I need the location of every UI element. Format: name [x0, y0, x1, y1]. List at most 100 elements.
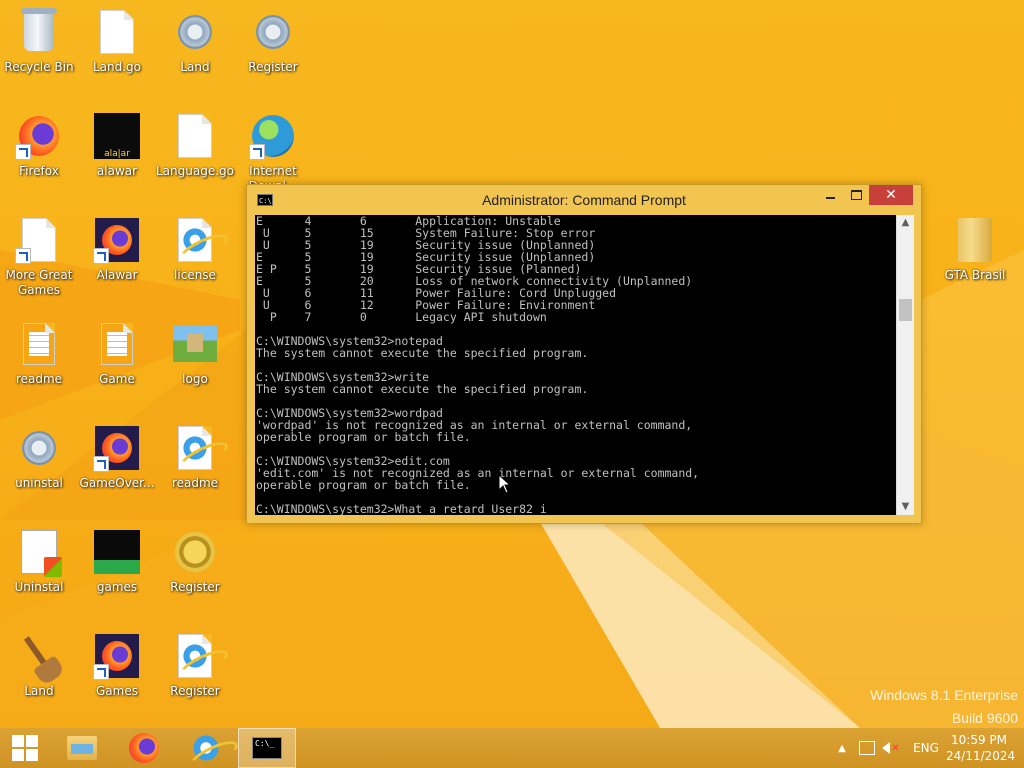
desktop-icon-label: Games: [96, 684, 138, 698]
internet-explorer-icon: [171, 216, 219, 264]
clock-date: 24/11/2024: [946, 749, 1016, 763]
close-button[interactable]: ✕: [869, 185, 913, 205]
shortcut-arrow-icon: [93, 664, 109, 680]
taskbar-firefox[interactable]: [116, 728, 172, 768]
document-icon: [93, 8, 141, 56]
desktop-icon-label: Recycle Bin: [4, 60, 74, 74]
desktop-icon-label: More Great Games: [5, 268, 73, 297]
minimize-button[interactable]: [817, 185, 843, 205]
desktop-icon-register[interactable]: Register: [234, 0, 312, 92]
shortcut-arrow-icon: [93, 456, 109, 472]
desktop-icon-recycle-bin[interactable]: Recycle Bin: [0, 0, 78, 92]
desktop-icon-internet-download[interactable]: Internet Downl...: [234, 104, 312, 196]
show-hidden-icons-button[interactable]: ▲: [835, 728, 849, 768]
desktop-icon-label: GameOver...: [79, 476, 155, 490]
desktop-icon-readme[interactable]: readme: [0, 312, 78, 404]
desktop-icon-label: uninstal: [15, 476, 63, 490]
desktop-icon-land-broom[interactable]: Land: [0, 624, 78, 716]
console-text[interactable]: E 4 6 Application: Unstable U 5 15 Syste…: [255, 215, 896, 515]
games-icon: [93, 528, 141, 576]
desktop-icon-label: alawar: [96, 164, 138, 178]
firefox-icon: [15, 112, 63, 160]
desktop-icon-alawar-folder[interactable]: ala|ar alawar: [78, 104, 156, 196]
speaker-muted-icon: [882, 742, 891, 754]
desktop-icon-register-coins[interactable]: Register: [156, 520, 234, 612]
desktop-icon-label: Register: [170, 684, 220, 698]
recycle-bin-icon: [15, 8, 63, 56]
network-icon: [859, 741, 875, 755]
desktop-icon-land-go[interactable]: Land.go: [78, 0, 156, 92]
settings-file-icon: [15, 424, 63, 472]
network-status[interactable]: [858, 728, 876, 768]
desktop-icon-game[interactable]: Game: [78, 312, 156, 404]
desktop-icon-label: Uninstal: [14, 580, 64, 594]
desktop-icon-label: readme: [171, 476, 219, 490]
desktop-icon-label: GTA Brasil: [944, 268, 1006, 282]
desktop-icon-label: Firefox: [19, 164, 59, 178]
text-file-icon: [93, 320, 141, 368]
desktop-icon-language-go[interactable]: Language.go: [156, 104, 234, 196]
desktop-icon-uninstal[interactable]: Uninstal: [0, 520, 78, 612]
chevron-up-icon: ▲: [838, 742, 846, 754]
desktop-icon-uninstal-config[interactable]: uninstal: [0, 416, 78, 508]
folder-icon: [951, 216, 999, 264]
taskbar: C:\_ ▲ ✕ ENG 10:59 PM 24/11/2024: [0, 728, 1024, 768]
internet-download-icon: [249, 112, 297, 160]
desktop-icon-logo[interactable]: logo: [156, 312, 234, 404]
scroll-down-button[interactable]: ▼: [897, 499, 914, 515]
maximize-icon: [850, 190, 862, 200]
taskbar-command-prompt[interactable]: C:\_: [238, 728, 296, 768]
mouse-cursor-icon: [498, 474, 512, 494]
desktop-icon-label: Land.go: [92, 60, 142, 74]
desktop-icon-gta-brasil[interactable]: GTA Brasil: [936, 208, 1014, 300]
windows-watermark: Windows 8.1 Enterprise Build 9600: [870, 684, 1018, 730]
maximize-button[interactable]: [843, 185, 869, 205]
desktop: Recycle Bin Land.go Land Register Firefo…: [0, 0, 1024, 768]
start-button[interactable]: [0, 728, 50, 768]
windows-start-icon: [12, 735, 38, 761]
desktop-icon-firefox[interactable]: Firefox: [0, 104, 78, 196]
desktop-icon-alawar[interactable]: Alawar: [78, 208, 156, 300]
desktop-icon-label: Land: [24, 684, 54, 698]
vertical-scrollbar[interactable]: ▲ ▼: [896, 215, 914, 515]
coins-icon: [171, 528, 219, 576]
firefox-icon: [93, 632, 141, 680]
desktop-icon-label: readme: [15, 372, 63, 386]
desktop-icon-register-html[interactable]: Register: [156, 624, 234, 716]
desktop-icon-games[interactable]: games: [78, 520, 156, 612]
taskbar-file-explorer[interactable]: [54, 728, 110, 768]
desktop-icon-gameover[interactable]: GameOver...: [78, 416, 156, 508]
image-file-icon: [171, 320, 219, 368]
console-output[interactable]: E 4 6 Application: Unstable U 5 15 Syste…: [255, 215, 896, 515]
desktop-icon-label: Register: [248, 60, 298, 74]
scroll-up-button[interactable]: ▲: [897, 215, 914, 231]
system-clock[interactable]: 10:59 PM 24/11/2024: [946, 732, 1016, 764]
desktop-icon-label: logo: [182, 372, 208, 386]
volume-control[interactable]: ✕: [882, 728, 900, 768]
watermark-edition: Windows 8.1 Enterprise: [870, 687, 1018, 703]
taskbar-internet-explorer[interactable]: [178, 728, 234, 768]
clock-time: 10:59 PM: [951, 733, 1007, 747]
broom-icon: [15, 632, 63, 680]
minimize-icon: [825, 197, 835, 199]
internet-explorer-icon: [192, 734, 220, 762]
close-icon: ✕: [885, 187, 897, 203]
desktop-icon-readme-html[interactable]: readme: [156, 416, 234, 508]
shortcut-arrow-icon: [15, 248, 31, 264]
alawar-icon: ala|ar: [93, 112, 141, 160]
uninstaller-icon: [15, 528, 63, 577]
shortcut-arrow-icon: [15, 144, 31, 160]
desktop-icon-license[interactable]: license: [156, 208, 234, 300]
shortcut-arrow-icon: [249, 144, 265, 160]
firefox-icon: [93, 216, 141, 264]
input-language[interactable]: ENG: [912, 728, 940, 768]
settings-file-icon: [249, 8, 297, 56]
scrollbar-thumb[interactable]: [899, 299, 912, 321]
command-prompt-window[interactable]: C:\ Administrator: Command Prompt ✕ E 4 …: [246, 184, 922, 524]
desktop-icon-label: license: [174, 268, 216, 282]
desktop-icon-land[interactable]: Land: [156, 0, 234, 92]
desktop-icon-more-great-games[interactable]: More Great Games: [0, 208, 78, 300]
internet-explorer-icon: [171, 632, 219, 680]
desktop-icon-games-shortcut[interactable]: Games: [78, 624, 156, 716]
file-explorer-icon: [67, 736, 97, 760]
